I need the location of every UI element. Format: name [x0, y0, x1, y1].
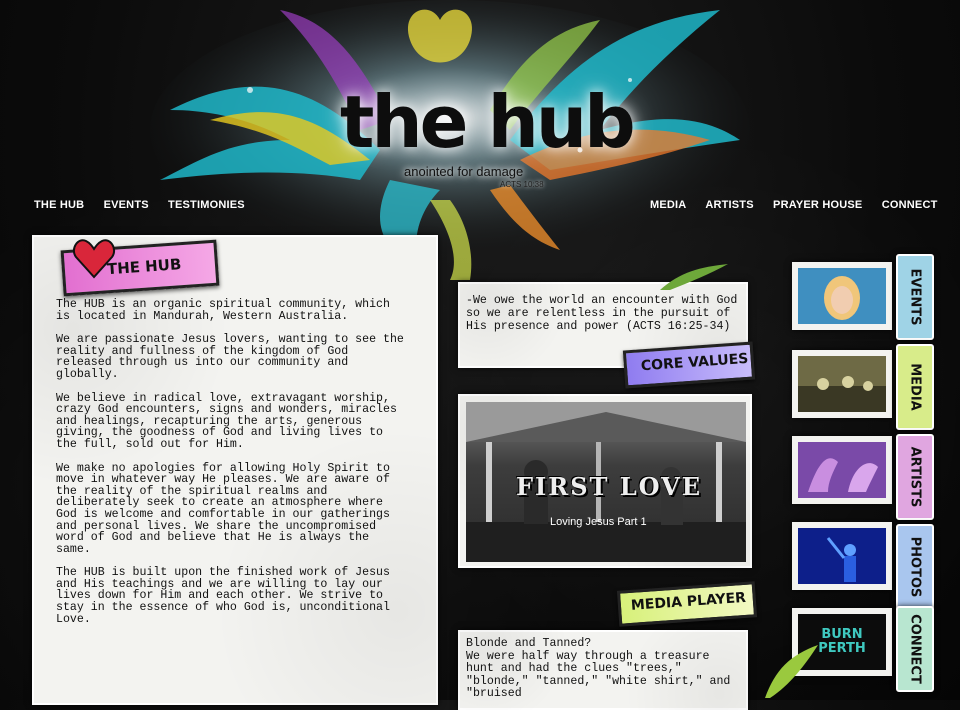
- nav-testimonies[interactable]: TESTIMONIES: [168, 199, 245, 211]
- media-player-label: MEDIA PLAYER: [630, 589, 747, 614]
- flamingo-art-image: [798, 442, 886, 498]
- tab-events-label: EVENTS: [907, 268, 923, 326]
- tab-events[interactable]: EVENTS: [896, 254, 934, 340]
- tab-photos-label: PHOTOS: [907, 536, 923, 598]
- tab-photos[interactable]: PHOTOS: [896, 524, 934, 610]
- about-panel: THE HUB The HUB is an organic spiritual …: [32, 235, 438, 705]
- testimony-body: We were half way through a treasure hunt…: [466, 649, 731, 700]
- rail-thumb-events[interactable]: [792, 262, 892, 330]
- nav-prayer-house[interactable]: PRAYER HOUSE: [773, 199, 862, 211]
- tab-media[interactable]: MEDIA: [896, 344, 934, 430]
- woman-portrait-image: [798, 268, 886, 324]
- nav-connect[interactable]: CONNECT: [882, 199, 938, 211]
- core-values-label: CORE VALUES: [640, 350, 749, 375]
- nav-media[interactable]: MEDIA: [650, 199, 686, 211]
- worship-photo-image: [798, 528, 886, 584]
- about-paragraph: We make no apologies for allowing Holy S…: [56, 461, 390, 556]
- rail-thumb-photos[interactable]: [792, 522, 892, 590]
- leaf-ornament-icon: [765, 645, 818, 698]
- logo-tagline: anointed for damage: [404, 164, 524, 179]
- about-paragraph: We believe in radical love, extravagant …: [56, 391, 397, 451]
- about-text: The HUB is an organic spiritual communit…: [56, 299, 406, 637]
- tab-artists-label: ARTISTS: [907, 446, 923, 508]
- rail-thumb-artists[interactable]: [792, 436, 892, 504]
- testimony-text: Blonde and Tanned? We were half way thro…: [466, 637, 742, 701]
- about-paragraph: The HUB is an organic spiritual communit…: [56, 298, 390, 323]
- logo-verse: ACTS 10:38: [500, 180, 544, 189]
- leaf-ornament-icon: [660, 264, 728, 290]
- about-paragraph: We are passionate Jesus lovers, wanting …: [56, 333, 404, 381]
- about-label: THE HUB: [106, 255, 182, 279]
- rail-thumb-media[interactable]: [792, 350, 892, 418]
- nav-artists[interactable]: ARTISTS: [705, 199, 753, 211]
- tab-artists[interactable]: ARTISTS: [896, 434, 934, 520]
- tab-connect[interactable]: CONNECT: [896, 606, 934, 692]
- tab-media-label: MEDIA: [907, 363, 923, 411]
- nav-events[interactable]: EVENTS: [104, 199, 149, 211]
- media-player-panel: FIRST LOVE Loving Jesus Part 1: [458, 394, 752, 568]
- band-stage-image: [798, 356, 886, 412]
- video-title: FIRST LOVE: [516, 472, 703, 501]
- testimony-panel: Blonde and Tanned? We were half way thro…: [458, 630, 748, 710]
- tab-connect-label: CONNECT: [907, 614, 923, 684]
- video-player[interactable]: FIRST LOVE Loving Jesus Part 1: [466, 402, 746, 562]
- core-values-quote: -We owe the world an encounter with God …: [466, 294, 738, 333]
- main-nav-right: MEDIA ARTISTS PRAYER HOUSE CONNECT: [650, 199, 938, 211]
- about-paragraph: The HUB is built upon the finished work …: [56, 566, 390, 626]
- nav-the-hub[interactable]: THE HUB: [34, 199, 84, 211]
- burn-perth-text: BURN PERTH: [818, 627, 866, 656]
- site-logo-title[interactable]: the hub: [340, 80, 636, 164]
- heart-icon: [72, 239, 116, 279]
- video-subtitle: Loving Jesus Part 1: [550, 516, 647, 528]
- testimony-title[interactable]: Blonde and Tanned?: [466, 637, 742, 651]
- main-nav-left: THE HUB EVENTS TESTIMONIES: [34, 199, 261, 211]
